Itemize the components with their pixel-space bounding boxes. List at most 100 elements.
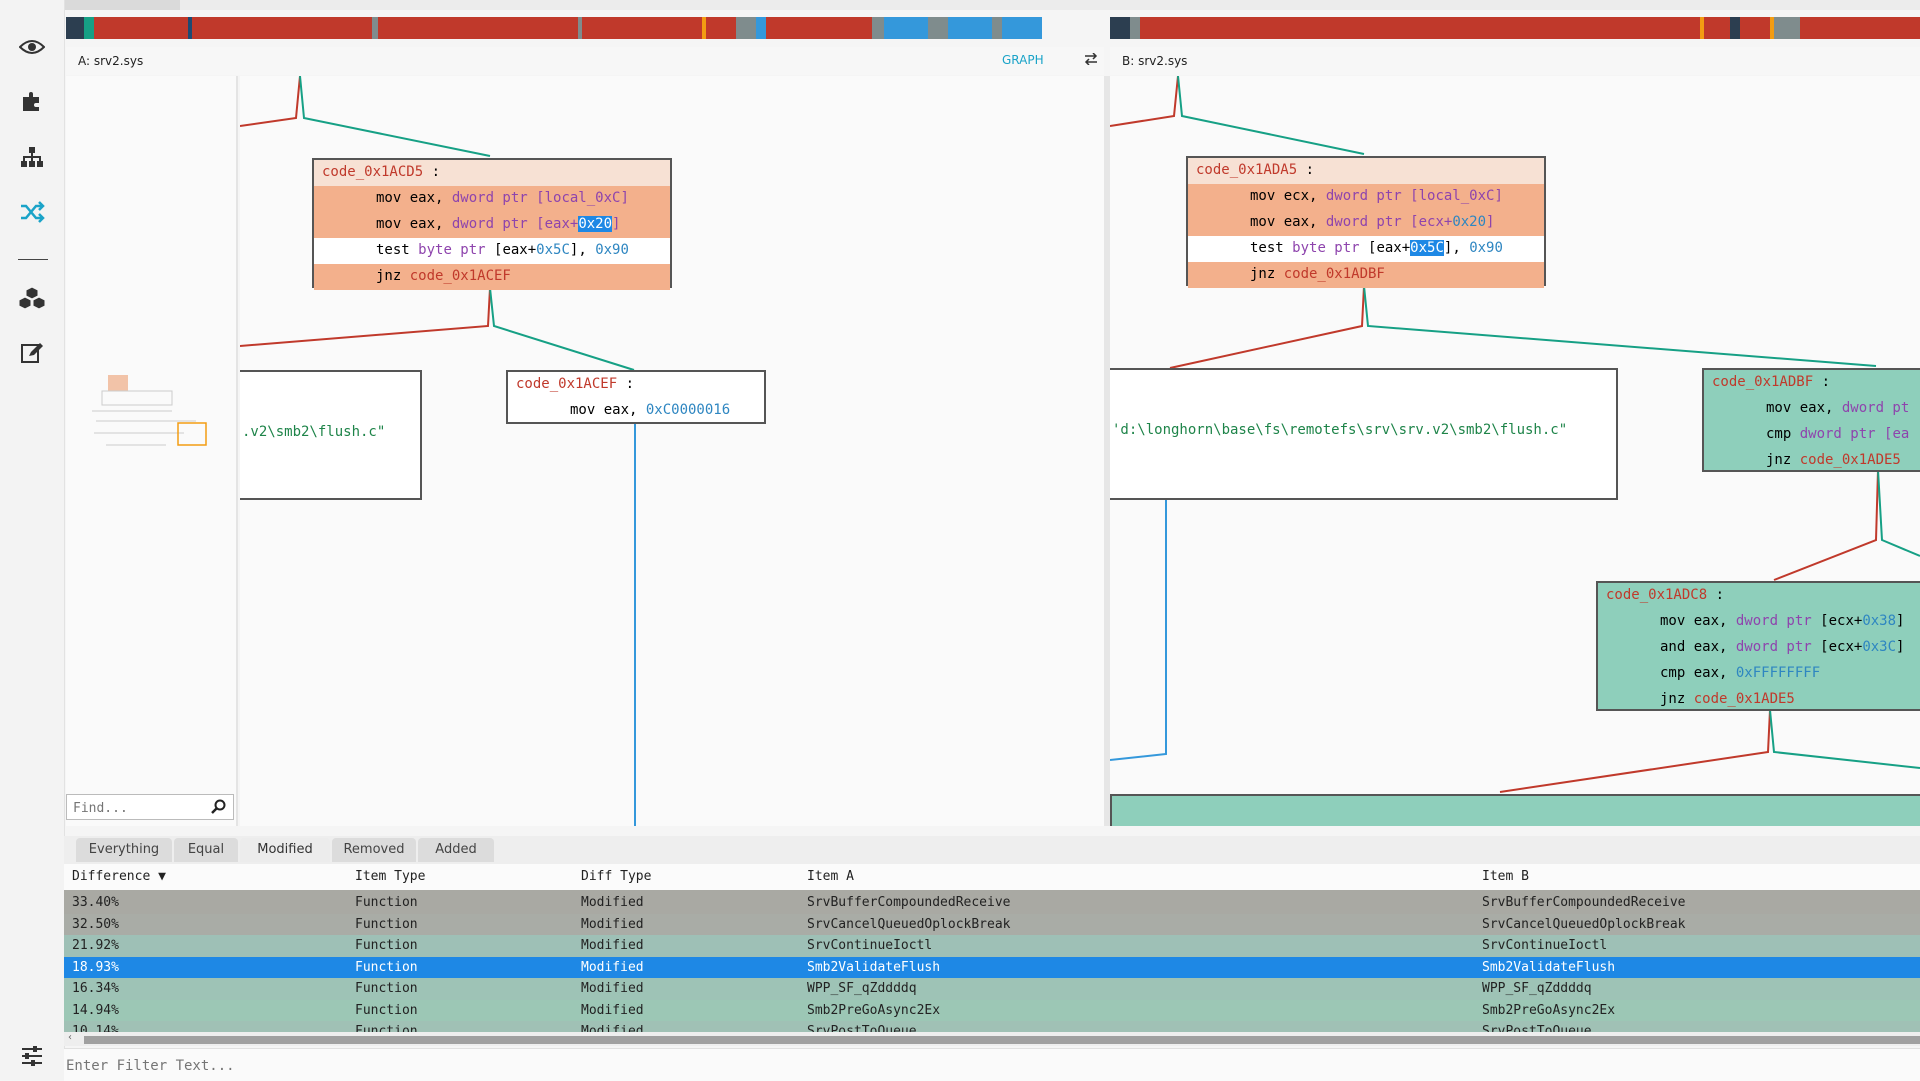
diff-segment[interactable] [98, 17, 188, 39]
pane-b-header: B: srv2.sys [1110, 47, 1920, 75]
tab-modified[interactable]: Modified [240, 838, 330, 862]
table-row[interactable]: 33.40% Function Modified SrvBufferCompounde… [64, 892, 1920, 914]
eye-icon[interactable] [16, 31, 48, 63]
col-difference-header[interactable]: Difference ▼ [72, 869, 166, 884]
diff-segment[interactable] [66, 17, 84, 39]
diff-segment[interactable] [192, 17, 372, 39]
hierarchy-icon[interactable] [16, 141, 48, 173]
diff-segment[interactable] [872, 17, 884, 39]
instruction-line[interactable]: mov ecx, dword ptr [local_0xC] [1188, 184, 1544, 210]
code-block-node[interactable]: code_0x1ACD5 : mov eax, dword ptr [local… [312, 158, 672, 290]
code-block-node[interactable] [1110, 794, 1920, 826]
diff-segment[interactable] [1730, 17, 1740, 39]
instruction-line[interactable]: mov eax, dword ptr [eax+0x20] [314, 212, 670, 238]
diff-segment[interactable] [736, 17, 756, 39]
table-cell: SrvContinueIoctl [807, 938, 933, 953]
diff-segment[interactable] [1002, 17, 1042, 39]
tab-equal[interactable]: Equal [174, 838, 238, 862]
tab-added[interactable]: Added [418, 838, 494, 862]
minimap[interactable] [66, 371, 236, 491]
diff-segment[interactable] [378, 17, 578, 39]
instruction-line[interactable]: mov eax, dword ptr [ecx+0x20] [1188, 210, 1544, 236]
code-block-node[interactable]: code_0x1ACEF : mov eax, 0xC0000016 [506, 370, 766, 424]
col-item-type-header[interactable]: Item Type [355, 869, 425, 884]
table-cell: SrvBufferCompoundedReceive [807, 895, 1011, 910]
diff-segment[interactable] [706, 17, 736, 39]
edit-icon[interactable] [16, 337, 48, 369]
table-cell: WPP_SF_qZddddq [807, 981, 917, 996]
diff-segment[interactable] [1704, 17, 1730, 39]
scroll-left-arrow-icon[interactable]: ‹ [68, 1032, 72, 1043]
find-input[interactable] [71, 798, 205, 818]
col-item-b-header[interactable]: Item B [1482, 869, 1529, 884]
table-row[interactable]: 10.14% Function Modified SrvPostToQueue SrvP… [64, 1021, 1920, 1032]
table-row[interactable]: 14.94% Function Modified Smb2PreGoAsync2Ex S… [64, 999, 1920, 1021]
diff-segment[interactable] [948, 17, 992, 39]
diff-overview-bar-b[interactable] [1110, 17, 1920, 39]
filter-input[interactable] [64, 1053, 668, 1079]
diff-segment[interactable] [1140, 17, 1700, 39]
diff-segment[interactable] [84, 17, 94, 39]
pane-b-title: B: srv2.sys [1122, 54, 1188, 68]
diff-segment[interactable] [884, 17, 928, 39]
instruction-line[interactable]: jnz code_0x1ACEF [314, 264, 670, 290]
swap-icon[interactable] [1084, 52, 1098, 68]
col-item-a-header[interactable]: Item A [807, 869, 854, 884]
search-icon[interactable] [211, 799, 227, 819]
table-row[interactable]: 21.92% Function Modified SrvContinueIoctl Sr… [64, 935, 1920, 957]
table-cell: Smb2ValidateFlush [1482, 959, 1616, 975]
find-box [66, 794, 234, 820]
shuffle-icon[interactable] [16, 196, 48, 228]
string-node[interactable]: .v2\smb2\flush.c" [240, 370, 422, 500]
diff-segment[interactable] [1130, 17, 1140, 39]
diff-segment[interactable] [582, 17, 702, 39]
left-toolbar [0, 0, 65, 1080]
instruction-line[interactable]: jnz code_0x1ADBF [1188, 262, 1544, 288]
table-cell: Function [355, 938, 418, 953]
diff-segment[interactable] [796, 17, 872, 39]
code-block-node[interactable]: code_0x1ADBF : mov eax, dword pt cmp dwo… [1702, 368, 1920, 472]
puzzle-icon[interactable] [16, 85, 48, 117]
graph-mode-button[interactable]: GRAPH [1002, 53, 1044, 67]
table-header: Difference ▼ Item Type Diff Type Item A … [64, 864, 1920, 890]
filter-tabs: Everything Equal Modified Removed Added [64, 836, 1920, 864]
cubes-icon[interactable] [16, 282, 48, 314]
table-cell: Function [355, 916, 418, 932]
tab-removed[interactable]: Removed [332, 838, 416, 862]
table-cell: SrvContinueIoctl [1482, 938, 1608, 953]
diff-segment[interactable] [1740, 17, 1770, 39]
diff-segment[interactable] [1774, 17, 1800, 39]
minimap-panel[interactable] [66, 76, 238, 826]
table-cell: Function [355, 1002, 418, 1018]
table-cell: SrvPostToQueue [1482, 1024, 1592, 1032]
table-cell: 14.94% [72, 1002, 119, 1018]
table-row[interactable]: 18.93% Function Modified Smb2ValidateFlush S… [64, 956, 1920, 978]
graph-a[interactable]: code_0x1ACD5 : mov eax, dword ptr [local… [240, 76, 1104, 826]
instruction-line[interactable]: test byte ptr [eax+0x5C], 0x90 [1188, 236, 1544, 262]
code-block-node[interactable]: code_0x1ADA5 : mov ecx, dword ptr [local… [1186, 156, 1546, 288]
diff-overview-bar-a[interactable] [66, 17, 1104, 39]
scrollbar-thumb[interactable] [84, 1036, 1920, 1044]
table-row[interactable]: 32.50% Function Modified SrvCancelQueuedOpl… [64, 913, 1920, 935]
highlighted-operand: 0x5C [1410, 240, 1444, 256]
diff-segment[interactable] [1800, 17, 1920, 39]
diff-segment[interactable] [756, 17, 766, 39]
graph-b[interactable]: code_0x1ADA5 : mov ecx, dword ptr [local… [1110, 76, 1920, 826]
diff-segment[interactable] [928, 17, 948, 39]
table-cell: SrvCancelQueuedOplockBreak [1482, 916, 1686, 932]
instruction-line[interactable]: mov eax, dword ptr [local_0xC] [314, 186, 670, 212]
table-row[interactable]: 16.34% Function Modified WPP_SF_qZddddq WPP_… [64, 978, 1920, 1000]
code-block-node[interactable]: code_0x1ADC8 : mov eax, dword ptr [ecx+0… [1596, 581, 1920, 711]
string-node[interactable]: 'd:\longhorn\base\fs\remotefs\srv\srv.v2… [1110, 368, 1618, 500]
sliders-icon[interactable] [16, 1040, 48, 1072]
diff-segment[interactable] [766, 17, 796, 39]
tab-everything[interactable]: Everything [76, 838, 172, 862]
table-cell: SrvPostToQueue [807, 1024, 917, 1032]
highlighted-operand: 0x20 [578, 216, 613, 232]
horizontal-scrollbar[interactable]: ‹ [64, 1032, 1920, 1046]
col-diff-type-header[interactable]: Diff Type [581, 869, 651, 884]
instruction-line[interactable]: test byte ptr [eax+0x5C], 0x90 [314, 238, 670, 264]
diff-segment[interactable] [1110, 17, 1130, 39]
filter-bar [64, 1048, 1920, 1081]
diff-segment[interactable] [992, 17, 1002, 39]
